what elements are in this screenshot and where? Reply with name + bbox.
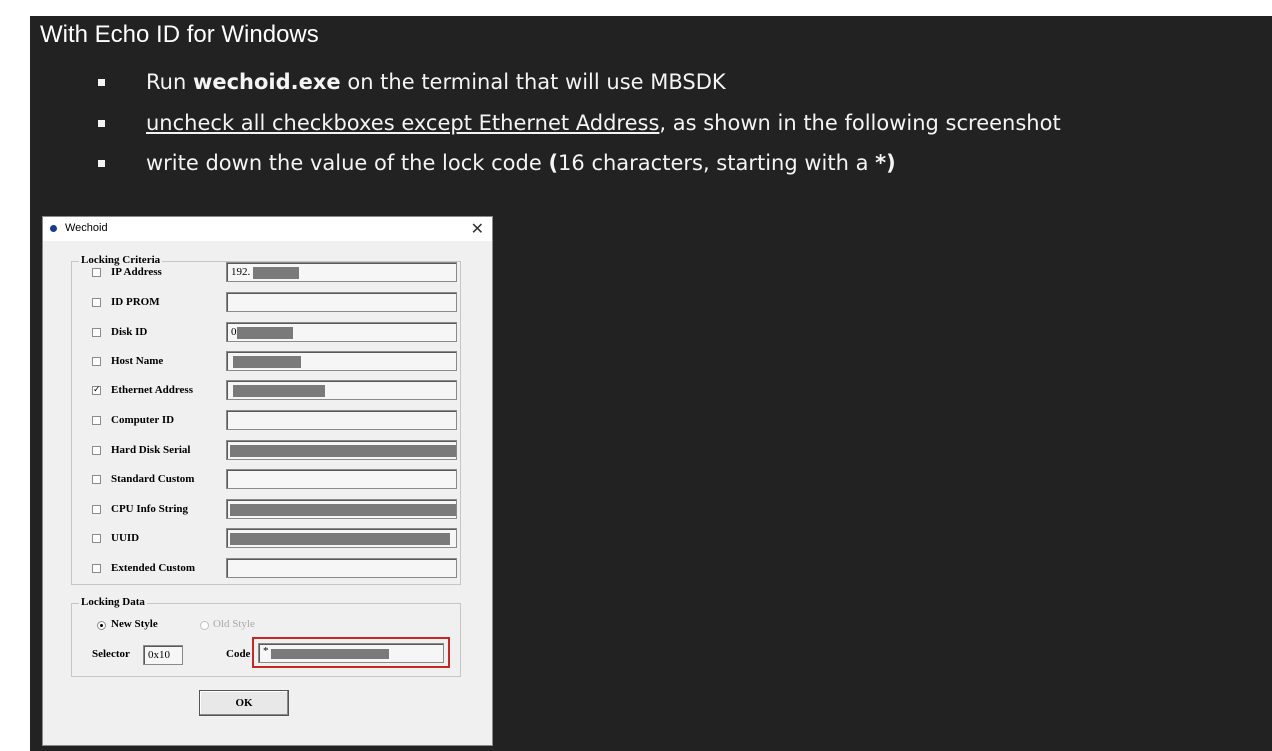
cpu-info-string-redaction [230, 504, 456, 516]
disk-id-label: Disk ID [111, 326, 148, 338]
host-name-checkbox[interactable] [92, 357, 101, 366]
computer-id-field[interactable] [226, 410, 457, 430]
extended-custom-field[interactable] [226, 558, 457, 578]
standard-custom-checkbox[interactable] [92, 475, 101, 484]
hard-disk-serial-redaction [230, 445, 456, 457]
dialog-title: Wechoid [65, 222, 108, 234]
old-style-radio [200, 621, 209, 630]
extended-custom-checkbox[interactable] [92, 564, 101, 573]
computer-id-checkbox[interactable] [92, 416, 101, 425]
hard-disk-serial-label: Hard Disk Serial [111, 444, 191, 456]
hard-disk-serial-field[interactable] [226, 440, 457, 460]
bullet-square [98, 120, 105, 127]
ethernet-address-field[interactable] [226, 380, 457, 400]
host-name-field[interactable] [226, 351, 457, 371]
disk-id-checkbox[interactable] [92, 328, 101, 337]
bullet-text: write down the value of the lock code (1… [146, 151, 896, 175]
standard-custom-label: Standard Custom [111, 473, 195, 485]
bullet-text: uncheck all checkboxes except Ethernet A… [146, 111, 1061, 135]
ethernet-address-checkbox[interactable]: ✓ [92, 386, 101, 395]
ip-address-redaction [253, 267, 299, 279]
ip-address-checkbox[interactable] [92, 268, 101, 277]
cpu-info-string-checkbox[interactable] [92, 505, 101, 514]
ethernet-address-label: Ethernet Address [111, 384, 193, 396]
dialog-titlebar[interactable]: Wechoid ✕ [43, 217, 492, 241]
uuid-field[interactable] [226, 528, 457, 548]
disk-id-field[interactable]: 0x [226, 322, 457, 342]
computer-id-label: Computer ID [111, 414, 175, 426]
code-label: Code [226, 648, 251, 660]
host-name-redaction [233, 356, 301, 368]
ok-button[interactable]: OK [199, 690, 289, 716]
ip-address-label: IP Address [111, 266, 162, 278]
id-prom-field[interactable] [226, 292, 457, 312]
wechoid-dialog: Wechoid ✕ Locking Criteria IP Address 192… [42, 216, 493, 746]
slide-title: With Echo ID for Windows [40, 21, 319, 48]
ip-address-field[interactable]: 192. [226, 262, 457, 282]
id-prom-checkbox[interactable] [92, 298, 101, 307]
uuid-label: UUID [111, 532, 140, 544]
app-dot-icon [50, 225, 57, 232]
ethernet-address-redaction [233, 385, 325, 397]
host-name-label: Host Name [111, 355, 164, 367]
cpu-info-string-field[interactable] [226, 499, 457, 519]
new-style-label: New Style [111, 618, 158, 630]
id-prom-label: ID PROM [111, 296, 160, 308]
uuid-redaction [230, 533, 450, 545]
extended-custom-label: Extended Custom [111, 562, 196, 574]
hard-disk-serial-checkbox[interactable] [92, 446, 101, 455]
bullet-square [98, 79, 105, 86]
bullet-square [98, 160, 105, 167]
selector-field[interactable]: 0x10 [143, 645, 183, 665]
cpu-info-string-label: CPU Info String [111, 503, 189, 515]
standard-custom-field[interactable] [226, 469, 457, 489]
ip-address-value: 192. [231, 266, 251, 278]
close-icon[interactable]: ✕ [471, 219, 484, 238]
disk-id-redaction [237, 327, 293, 339]
bullet-text: Run wechoid.exe on the terminal that wil… [146, 70, 726, 94]
new-style-radio[interactable] [97, 621, 106, 630]
uuid-checkbox[interactable] [92, 534, 101, 543]
selector-label: Selector [92, 648, 130, 660]
selector-value: 0x10 [148, 649, 170, 661]
old-style-label: Old Style [213, 618, 255, 630]
locking-data-label: Locking Data [79, 596, 147, 608]
locking-criteria-label: Locking Criteria [79, 254, 163, 266]
code-highlight-box [252, 637, 450, 668]
